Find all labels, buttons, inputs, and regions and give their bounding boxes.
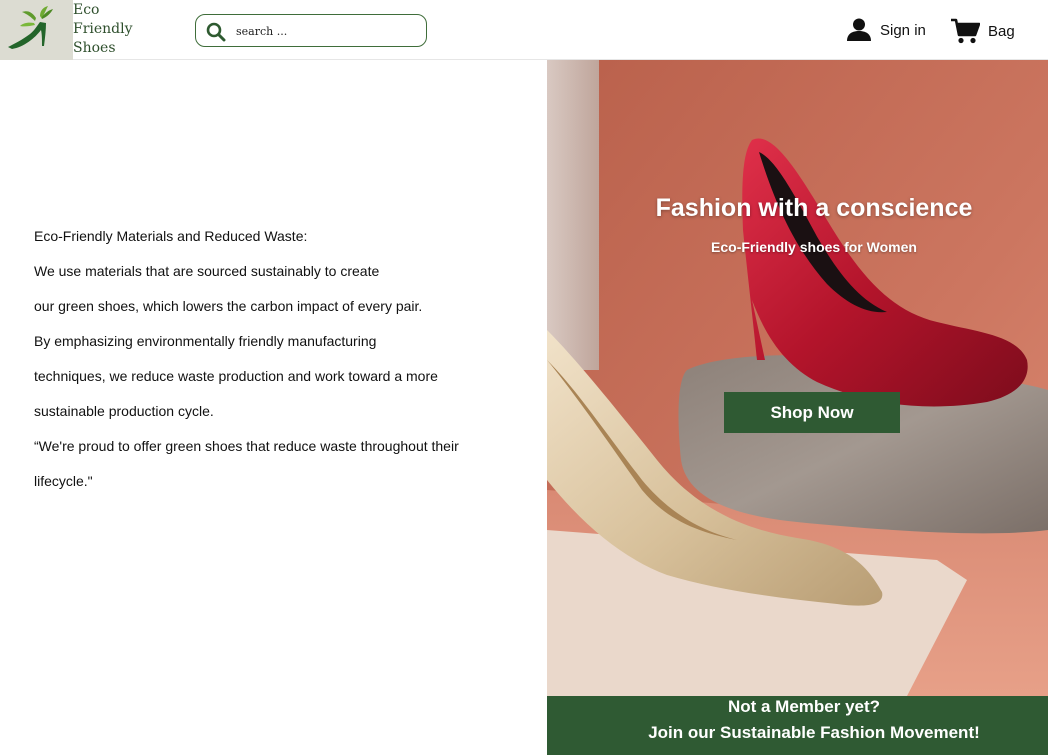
bag-link[interactable]: Bag <box>950 18 1015 44</box>
search-bar <box>195 14 427 47</box>
logo-line-friendly: Friendly <box>73 21 133 37</box>
bag-label: Bag <box>988 22 1015 40</box>
hero-title: Fashion with a conscience <box>655 194 973 222</box>
copy-quote: lifecycle." <box>34 473 93 489</box>
hero-banner: Fashion with a conscience Eco-Friendly s… <box>547 60 1048 696</box>
cart-icon <box>951 18 980 44</box>
logo-line-eco: Eco <box>73 2 100 18</box>
hero-image <box>547 60 1048 696</box>
membership-banner[interactable]: Not a Member yet? Join our Sustainable F… <box>547 696 1048 755</box>
eco-materials-text: Eco-Friendly Materials and Reduced Waste… <box>34 219 534 499</box>
search-input[interactable] <box>236 20 416 42</box>
logo-line-shoes: Shoes <box>73 40 116 56</box>
copy-line: our green shoes, which lowers the carbon… <box>34 298 423 314</box>
copy-quote: “We're proud to offer green shoes that r… <box>34 438 459 454</box>
copy-line: By emphasizing environmentally friendly … <box>34 333 377 349</box>
logo-text[interactable]: Eco Friendly Shoes <box>73 1 133 58</box>
copy-heading: Eco-Friendly Materials and Reduced Waste… <box>34 228 308 244</box>
member-question: Not a Member yet? <box>727 697 881 716</box>
user-icon <box>847 18 871 41</box>
shop-now-button[interactable]: Shop Now <box>724 392 900 433</box>
member-cta: Join our Sustainable Fashion Movement! <box>648 723 980 742</box>
site-header: Eco Friendly Shoes Sign in Bag <box>0 0 1048 60</box>
sign-in-label: Sign in <box>880 21 926 39</box>
sign-in-link[interactable]: Sign in <box>846 17 926 43</box>
copy-line: techniques, we reduce waste production a… <box>34 368 438 384</box>
search-icon[interactable] <box>206 22 226 42</box>
logo-shoe-icon[interactable] <box>0 0 73 60</box>
copy-line: sustainable production cycle. <box>34 403 214 419</box>
hero-subtitle: Eco-Friendly shoes for Women <box>711 239 917 255</box>
copy-line: We use materials that are sourced sustai… <box>34 263 380 279</box>
